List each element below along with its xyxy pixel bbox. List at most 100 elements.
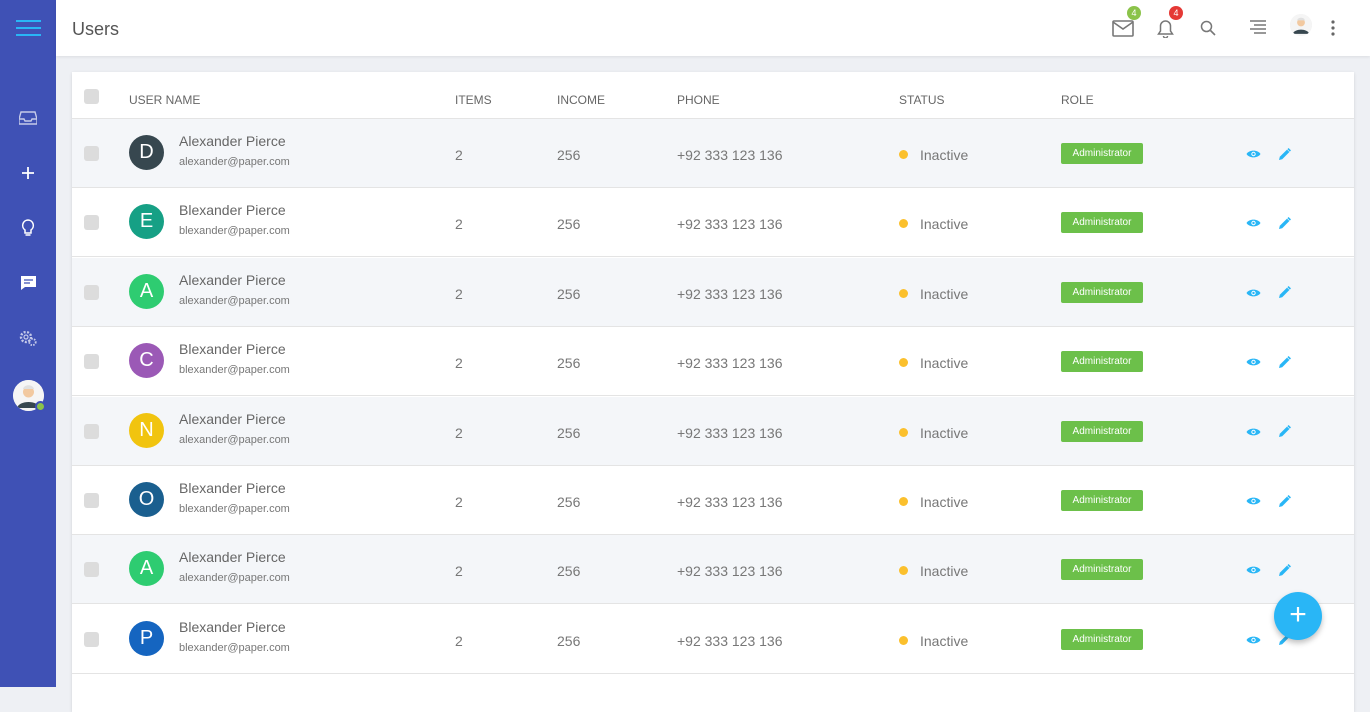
items-value: 2 <box>455 285 463 302</box>
role-badge: Administrator <box>1061 351 1143 373</box>
mail-icon[interactable]: 4 <box>1111 6 1141 40</box>
user-name: Blexander Pierce <box>179 480 286 496</box>
lightbulb-icon[interactable] <box>18 218 38 238</box>
more-vertical-icon[interactable] <box>1321 16 1345 40</box>
header-user-name[interactable]: USER NAME <box>129 93 200 107</box>
items-value: 2 <box>455 147 463 163</box>
row-checkbox[interactable] <box>84 215 99 231</box>
select-all-checkbox[interactable] <box>84 89 99 104</box>
view-eye-icon[interactable] <box>1245 215 1261 231</box>
items-value: 2 <box>455 494 463 510</box>
status-text: Inactive <box>920 147 969 163</box>
user-email: alexander@paper.com <box>179 156 290 168</box>
role-badge: Administrator <box>1061 281 1143 303</box>
row-checkbox[interactable] <box>84 284 99 300</box>
row-checkbox[interactable] <box>84 146 99 161</box>
status-text: Inactive <box>920 424 969 441</box>
status-dot <box>899 358 908 368</box>
row-checkbox[interactable] <box>84 354 99 370</box>
user-name: Blexander Pierce <box>179 618 286 635</box>
search-icon[interactable] <box>1196 16 1220 40</box>
view-eye-icon[interactable] <box>1245 493 1261 509</box>
status-dot <box>899 150 908 159</box>
header-status[interactable]: STATUS <box>899 93 945 107</box>
items-value: 2 <box>455 424 463 441</box>
edit-pencil-icon[interactable] <box>1276 493 1292 509</box>
phone-value: +92 333 123 136 <box>677 424 783 441</box>
user-email: blexander@paper.com <box>179 503 290 515</box>
header-income[interactable]: INCOME <box>557 93 605 107</box>
phone-value: +92 333 123 136 <box>677 355 783 372</box>
table-header: USER NAME ITEMS INCOME PHONE STATUS ROLE <box>72 72 1354 119</box>
bell-icon[interactable]: 4 <box>1153 6 1183 40</box>
user-name: Alexander Pierce <box>179 410 286 427</box>
topbar: Users 4 4 <box>56 0 1370 56</box>
view-eye-icon[interactable] <box>1245 632 1261 648</box>
user-name: Alexander Pierce <box>179 133 286 149</box>
row-checkbox[interactable] <box>84 631 99 647</box>
header-role[interactable]: ROLE <box>1061 93 1094 107</box>
sidebar <box>0 0 56 687</box>
row-checkbox[interactable] <box>84 493 99 508</box>
edit-pencil-icon[interactable] <box>1276 146 1292 162</box>
income-value: 256 <box>557 216 581 233</box>
user-avatar-initial: P <box>129 620 164 656</box>
row-checkbox[interactable] <box>84 423 99 439</box>
status-text: Inactive <box>920 632 969 649</box>
avatar[interactable] <box>13 380 46 412</box>
edit-pencil-icon[interactable] <box>1276 215 1292 231</box>
align-right-icon[interactable] <box>1246 16 1270 40</box>
phone-value: +92 333 123 136 <box>677 563 783 580</box>
status-text: Inactive <box>920 355 969 372</box>
user-email: blexander@paper.com <box>179 225 290 238</box>
view-eye-icon[interactable] <box>1245 354 1261 370</box>
role-badge: Administrator <box>1061 143 1143 164</box>
table-row[interactable]: C Blexander Pierce blexander@paper.com 2 256… <box>72 327 1354 397</box>
income-value: 256 <box>557 285 581 302</box>
edit-pencil-icon[interactable] <box>1276 424 1292 440</box>
table-row[interactable]: A Alexander Pierce alexander@paper.com 2 256… <box>72 257 1354 327</box>
table-row[interactable]: A Alexander Pierce alexander@paper.com 2 256… <box>72 535 1354 605</box>
row-checkbox[interactable] <box>84 562 99 578</box>
user-email: alexander@paper.com <box>179 433 290 446</box>
income-value: 256 <box>557 355 581 372</box>
user-name: Alexander Pierce <box>179 549 286 566</box>
items-value: 2 <box>455 216 463 233</box>
chat-icon[interactable] <box>18 273 38 293</box>
table-row[interactable]: P Blexander Pierce blexander@paper.com 2 256… <box>72 605 1354 674</box>
add-user-button[interactable]: + <box>1274 592 1322 640</box>
user-email: alexander@paper.com <box>179 572 290 585</box>
view-eye-icon[interactable] <box>1245 285 1261 301</box>
user-avatar[interactable] <box>1290 14 1312 36</box>
items-value: 2 <box>455 355 463 372</box>
status-dot <box>899 288 908 298</box>
view-eye-icon[interactable] <box>1245 562 1261 578</box>
status-dot <box>899 566 908 576</box>
table-row[interactable]: E Blexander Pierce blexander@paper.com 2 256… <box>72 188 1354 258</box>
inbox-icon[interactable] <box>18 108 38 128</box>
user-name: Blexander Pierce <box>179 202 286 219</box>
menu-icon[interactable] <box>16 20 41 38</box>
header-phone[interactable]: PHONE <box>677 93 720 107</box>
status-text: Inactive <box>920 494 969 510</box>
role-badge: Administrator <box>1061 628 1143 650</box>
user-avatar-initial: A <box>129 551 164 587</box>
edit-pencil-icon[interactable] <box>1276 285 1292 301</box>
user-name: Blexander Pierce <box>179 341 286 358</box>
table-row[interactable]: N Alexander Pierce alexander@paper.com 2 256… <box>72 396 1354 466</box>
items-value: 2 <box>455 632 463 649</box>
edit-pencil-icon[interactable] <box>1276 354 1292 370</box>
user-avatar-initial: N <box>129 412 164 448</box>
view-eye-icon[interactable] <box>1245 424 1261 440</box>
table-row[interactable]: D Alexander Pierce alexander@paper.com 2 256… <box>72 119 1354 188</box>
role-badge: Administrator <box>1061 559 1143 581</box>
header-items[interactable]: ITEMS <box>455 93 492 107</box>
view-eye-icon[interactable] <box>1245 146 1261 162</box>
user-avatar-initial: O <box>129 482 164 517</box>
settings-icon[interactable] <box>18 328 38 348</box>
status-dot <box>899 635 908 645</box>
plus-icon[interactable] <box>18 163 38 183</box>
status-text: Inactive <box>920 285 969 302</box>
table-row[interactable]: O Blexander Pierce blexander@paper.com 2 256… <box>72 466 1354 535</box>
edit-pencil-icon[interactable] <box>1276 562 1292 578</box>
